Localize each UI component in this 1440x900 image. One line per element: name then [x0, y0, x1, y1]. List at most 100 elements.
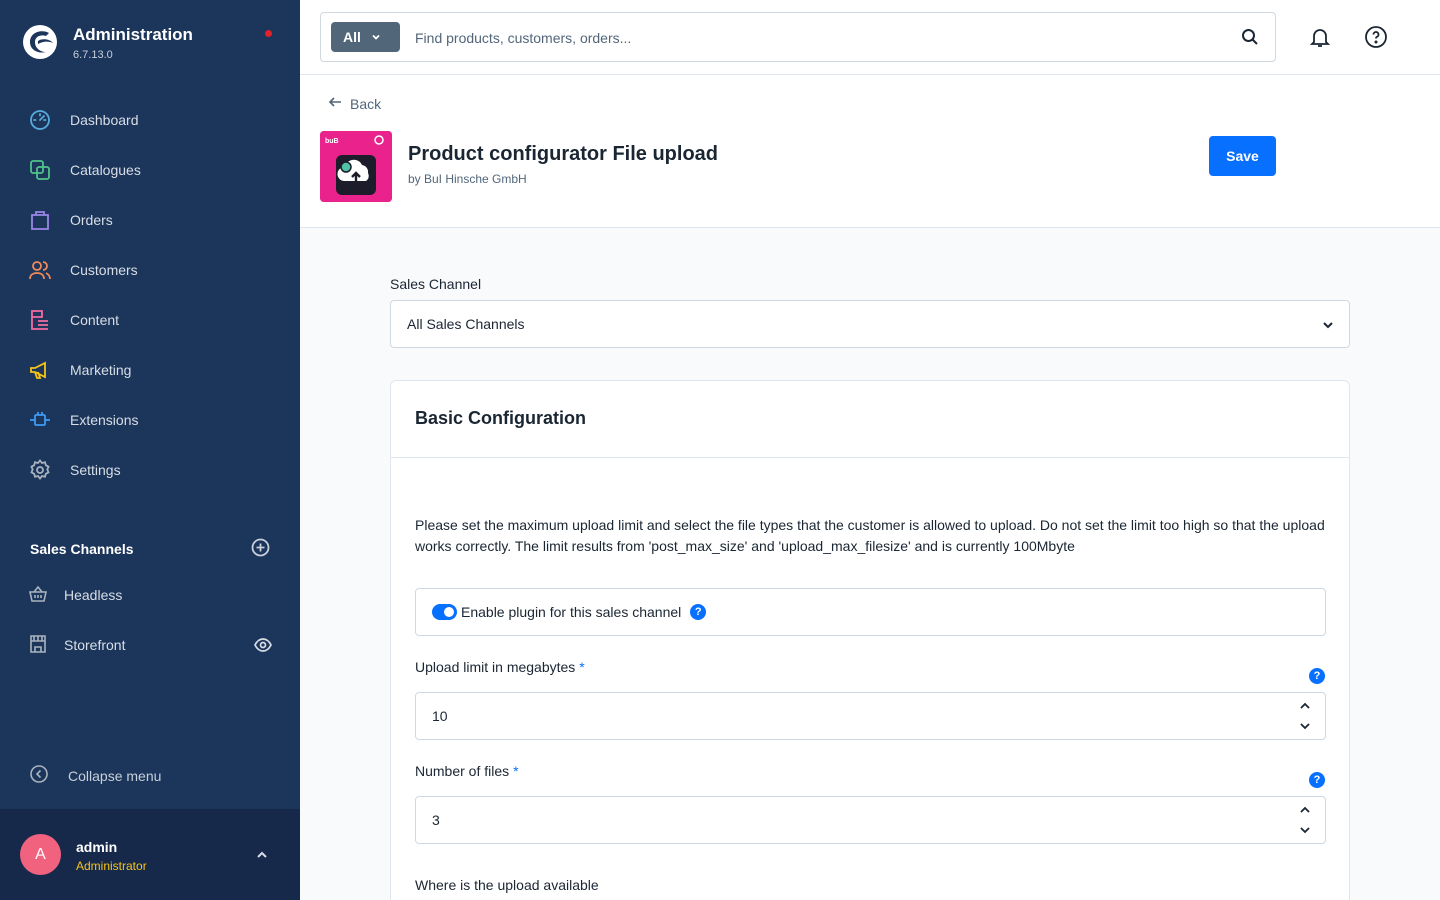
sales-channel-select[interactable]: All Sales Channels [390, 300, 1350, 348]
sales-channels-header: Sales Channels [30, 538, 270, 560]
arrow-left-icon [328, 95, 342, 112]
megaphone-icon [28, 358, 52, 382]
page-title: Product configurator File upload [408, 143, 718, 165]
svg-text:buB: buB [325, 138, 339, 145]
search-type-label: All [343, 29, 361, 45]
back-link[interactable]: Back [328, 95, 381, 112]
gear-icon [28, 458, 52, 482]
gauge-icon [28, 108, 52, 132]
help-icon[interactable]: ? [1309, 668, 1325, 684]
collapse-menu-label: Collapse menu [68, 767, 162, 784]
content-icon [28, 308, 52, 332]
basket-icon [28, 584, 48, 607]
search-icon[interactable] [1241, 28, 1259, 49]
search-type-select[interactable]: All [331, 22, 400, 52]
chevron-down-icon[interactable] [1299, 719, 1311, 735]
required-marker: * [513, 763, 519, 779]
nav-label: Content [70, 312, 120, 328]
number-stepper [1299, 699, 1311, 735]
nav-item-extensions[interactable]: Extensions [0, 395, 300, 445]
chevron-down-icon [1321, 318, 1335, 335]
chevron-down-icon [371, 29, 381, 45]
upload-limit-input[interactable]: 10 [415, 692, 1326, 740]
collapse-menu-button[interactable]: Collapse menu [30, 765, 161, 786]
app-version: 6.7.13.0 [73, 49, 113, 61]
chevron-up-icon[interactable] [1299, 803, 1311, 819]
card-description: Please set the maximum upload limit and … [415, 517, 1325, 554]
save-button[interactable]: Save [1209, 136, 1276, 176]
number-of-files-input[interactable]: 3 [415, 796, 1326, 844]
main-nav: Dashboard Catalogues Orders Customers Co… [0, 95, 300, 495]
global-search: All [320, 12, 1276, 62]
upload-limit-label-text: Upload limit in megabytes [415, 659, 576, 675]
chevron-left-circle-icon [30, 765, 48, 786]
eye-icon[interactable] [254, 636, 272, 657]
back-label: Back [350, 95, 382, 112]
sales-channels-list: Headless Storefront [0, 570, 300, 670]
nav-label: Orders [70, 212, 113, 228]
plug-icon [28, 408, 52, 432]
number-of-files-value: 3 [432, 812, 440, 828]
cloud-upload-icon: buB [320, 131, 392, 202]
user-bar[interactable]: A admin Administrator [0, 809, 300, 900]
nav-item-dashboard[interactable]: Dashboard [0, 95, 300, 145]
brand[interactable]: Administration 6.7.13.0 [22, 24, 193, 61]
user-role: Administrator [76, 859, 147, 873]
nav-item-content[interactable]: Content [0, 295, 300, 345]
help-icon[interactable]: ? [1309, 772, 1325, 788]
users-icon [28, 258, 52, 282]
card-title: Basic Configuration [415, 408, 587, 428]
nav-label: Customers [70, 262, 138, 278]
number-stepper [1299, 803, 1311, 839]
nav-label: Catalogues [70, 162, 141, 178]
enable-plugin-field: Enable plugin for this sales channel ? [415, 588, 1326, 636]
sales-channel-label: Sales Channel [390, 276, 482, 292]
nav-label: Extensions [70, 412, 139, 428]
nav-item-catalogues[interactable]: Catalogues [0, 145, 300, 195]
top-bar: All [300, 0, 1440, 75]
bell-icon[interactable] [1308, 25, 1332, 52]
nav-label: Marketing [70, 362, 132, 378]
required-marker: * [579, 659, 585, 675]
sidebar: Administration 6.7.13.0 Dashboard Catalo… [0, 0, 300, 900]
nav-item-marketing[interactable]: Marketing [0, 345, 300, 395]
avatar: A [20, 834, 61, 875]
sales-channel-label: Storefront [64, 637, 126, 653]
nav-item-orders[interactable]: Orders [0, 195, 300, 245]
nav-label: Settings [70, 462, 121, 478]
notification-dot [265, 30, 272, 37]
nav-item-settings[interactable]: Settings [0, 445, 300, 495]
number-of-files-label-text: Number of files [415, 763, 510, 779]
upload-availability-label: Where is the upload available [415, 877, 599, 893]
help-icon[interactable]: ? [690, 604, 707, 620]
catalogue-icon [28, 158, 52, 182]
upload-limit-value: 10 [432, 708, 448, 724]
sales-channel-value: All Sales Channels [407, 316, 525, 332]
plugin-icon: buB [320, 131, 392, 202]
storefront-icon [28, 634, 48, 657]
number-of-files-label: Number of files * [415, 763, 519, 779]
shopware-logo-icon [23, 25, 57, 59]
search-input[interactable] [415, 25, 1215, 51]
chevron-up-icon[interactable] [255, 848, 269, 865]
page-header: Back buB Product configurator File uploa… [300, 75, 1440, 228]
sales-channel-storefront[interactable]: Storefront [0, 620, 300, 670]
chevron-up-icon[interactable] [1299, 699, 1311, 715]
help-icon[interactable] [1364, 25, 1388, 52]
nav-label: Dashboard [70, 112, 139, 128]
basic-configuration-card: Basic Configuration Please set the maxim… [390, 380, 1350, 900]
add-sales-channel-icon[interactable] [251, 538, 270, 560]
sales-channels-title: Sales Channels [30, 541, 134, 557]
app-title: Administration [73, 25, 193, 44]
sales-channel-headless[interactable]: Headless [0, 570, 300, 620]
shopping-bag-icon [28, 208, 52, 232]
upload-limit-label: Upload limit in megabytes * [415, 659, 585, 675]
sales-channel-label: Headless [64, 587, 123, 603]
nav-item-customers[interactable]: Customers [0, 245, 300, 295]
chevron-down-icon[interactable] [1299, 823, 1311, 839]
card-header: Basic Configuration [391, 381, 1349, 458]
user-name: admin [76, 839, 118, 855]
enable-plugin-label: Enable plugin for this sales channel [461, 604, 682, 620]
enable-plugin-toggle[interactable] [432, 604, 457, 620]
plugin-vendor: by BuI Hinsche GmbH [408, 172, 527, 186]
